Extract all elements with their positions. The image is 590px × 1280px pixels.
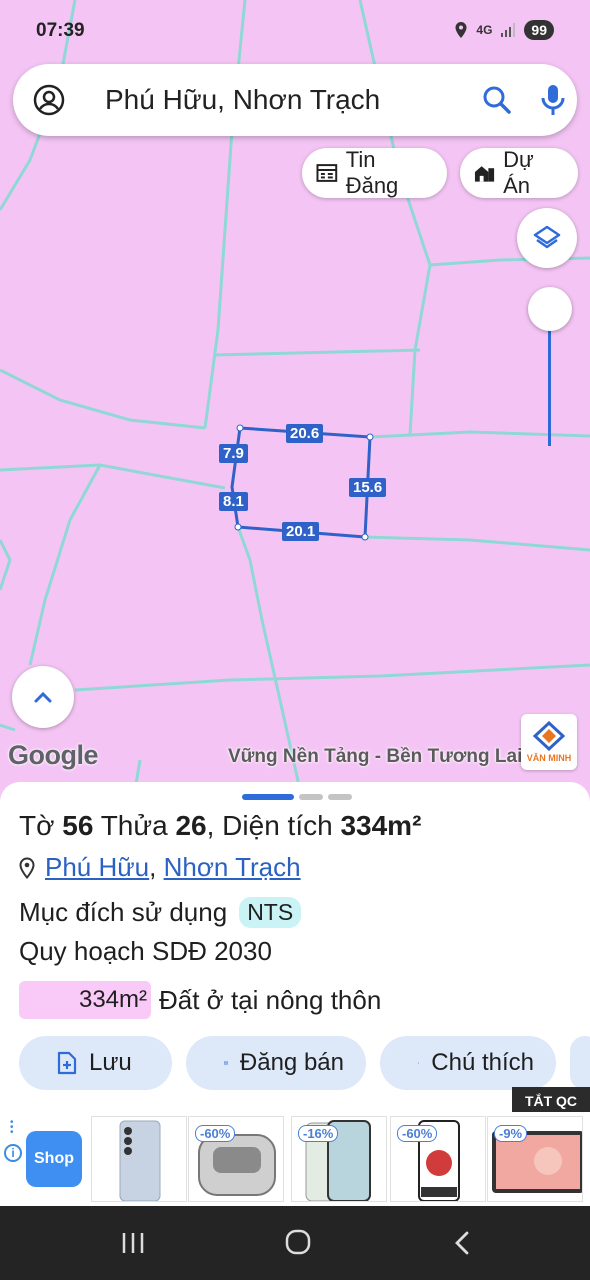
- sheet-number: 56: [62, 810, 94, 841]
- pager-dot-active: [242, 794, 294, 800]
- dimension-right: 15.6: [349, 478, 387, 497]
- pager-dot: [299, 794, 323, 800]
- commune-link[interactable]: Phú Hữu: [45, 852, 149, 882]
- projects-icon: [474, 166, 495, 182]
- network-indicator: 4G: [476, 23, 493, 37]
- signal-icon: [501, 23, 516, 37]
- search-icon[interactable]: [481, 84, 513, 116]
- search-bar[interactable]: Phú Hữu, Nhơn Trạch: [13, 64, 577, 136]
- chip-projects-label: Dự Án: [503, 147, 534, 198]
- layers-button[interactable]: [517, 208, 577, 268]
- status-bar: 07:39 4G 99: [0, 0, 590, 62]
- watermark-text: Vững Nền Tảng - Bền Tương Lai: [228, 746, 523, 767]
- save-button[interactable]: Lưu: [19, 1036, 172, 1090]
- discount-badge: -60%: [195, 1125, 236, 1142]
- legend-button[interactable]: Chú thích: [380, 1036, 556, 1090]
- brand-logo-icon: [532, 721, 566, 751]
- account-icon[interactable]: [33, 84, 65, 116]
- post-sale-button[interactable]: Đăng bán: [186, 1036, 366, 1090]
- listings-icon: [316, 164, 338, 182]
- battery-indicator: 99: [524, 20, 554, 40]
- back-icon[interactable]: [452, 1230, 472, 1256]
- ad-product-card[interactable]: -60%: [188, 1116, 284, 1202]
- dimension-left-lower: 8.1: [219, 492, 248, 511]
- phone-image: [119, 1120, 161, 1201]
- more-actions-button[interactable]: [570, 1036, 590, 1090]
- save-label: Lưu: [89, 1049, 132, 1076]
- land-area-swatch: 334m²: [19, 981, 151, 1019]
- contrast-icon: [418, 1062, 420, 1064]
- parcel-address: Phú Hữu, Nhơn Trạch: [19, 852, 301, 883]
- home-icon[interactable]: [284, 1228, 312, 1256]
- close-ad-button[interactable]: TẮT QC: [512, 1087, 590, 1115]
- district-link[interactable]: Nhơn Trạch: [164, 852, 301, 882]
- chevron-up-icon: [34, 691, 52, 703]
- plan-label: Quy hoạch SDĐ 2030: [19, 936, 272, 966]
- purpose-label: Mục đích sử dụng: [19, 897, 228, 927]
- land-type-row: 334m² Đất ở tại nông thôn: [19, 981, 381, 1019]
- status-time: 07:39: [36, 20, 85, 41]
- land-type-label: Đất ở tại nông thôn: [159, 984, 382, 1015]
- discount-badge: -9%: [494, 1125, 528, 1142]
- sheet-pager[interactable]: [242, 794, 352, 800]
- post-sale-icon: [224, 1061, 228, 1065]
- opacity-slider-track[interactable]: [548, 318, 551, 446]
- add-file-icon: [57, 1051, 77, 1075]
- google-logo: Google: [8, 740, 99, 770]
- layers-icon: [533, 225, 561, 249]
- area-prefix: , Diện tích: [206, 810, 333, 841]
- plot-prefix: Thửa: [100, 810, 168, 841]
- ad-info-icon[interactable]: i: [4, 1144, 22, 1162]
- ad-menu-icon[interactable]: • • •: [10, 1118, 14, 1138]
- parcel-info-sheet[interactable]: Tờ 56 Thửa 26, Diện tích 334m² Phú Hữu, …: [0, 782, 590, 1122]
- purpose-code-badge: NTS: [239, 897, 302, 928]
- chip-listings[interactable]: Tin Đăng: [302, 147, 447, 198]
- plot-number: 26: [175, 810, 207, 841]
- location-status-icon: [455, 22, 467, 38]
- dimension-bottom: 20.1: [282, 522, 320, 541]
- parcel-title: Tờ 56 Thửa 26, Diện tích 334m²: [19, 810, 421, 842]
- ad-product-card[interactable]: -16%: [291, 1116, 387, 1202]
- system-nav-bar: [0, 1206, 590, 1280]
- discount-badge: -60%: [397, 1125, 438, 1142]
- recent-apps-icon[interactable]: [120, 1230, 146, 1256]
- ad-product-card[interactable]: [91, 1116, 187, 1202]
- discount-badge: -16%: [298, 1125, 339, 1142]
- brand-logo-text: VĂN MINH: [526, 753, 572, 763]
- post-sale-label: Đăng bán: [239, 1049, 344, 1076]
- sheet-prefix: Tờ: [19, 810, 55, 841]
- pager-dot: [328, 794, 352, 800]
- expand-up-button[interactable]: [12, 666, 74, 728]
- search-input[interactable]: Phú Hữu, Nhơn Trạch: [105, 84, 380, 116]
- dimension-top: 20.6: [286, 424, 324, 443]
- parcel-area: 334m²: [340, 810, 422, 841]
- dimension-left-upper: 7.9: [219, 444, 248, 463]
- mic-icon[interactable]: [538, 83, 568, 117]
- action-row: Lưu Đăng bán Chú thích: [19, 1036, 590, 1090]
- land-area-value: 334m²: [78, 986, 147, 1013]
- ad-product-card[interactable]: -9%: [487, 1116, 583, 1202]
- brand-logo[interactable]: VĂN MINH: [521, 714, 577, 770]
- location-pin-icon: [19, 856, 35, 879]
- opacity-slider-knob[interactable]: [528, 287, 572, 331]
- chip-listings-label: Tin Đăng: [345, 147, 399, 198]
- ad-product-card[interactable]: -60%: [390, 1116, 486, 1202]
- map-view[interactable]: 20.6 15.6 20.1 7.9 8.1 07:39 4G 99 Phú H…: [0, 0, 590, 790]
- land-use-purpose: Mục đích sử dụng NTS: [19, 897, 302, 928]
- chip-projects[interactable]: Dự Án: [460, 147, 578, 198]
- shop-button[interactable]: Shop: [26, 1131, 82, 1187]
- legend-label: Chú thích: [431, 1049, 534, 1076]
